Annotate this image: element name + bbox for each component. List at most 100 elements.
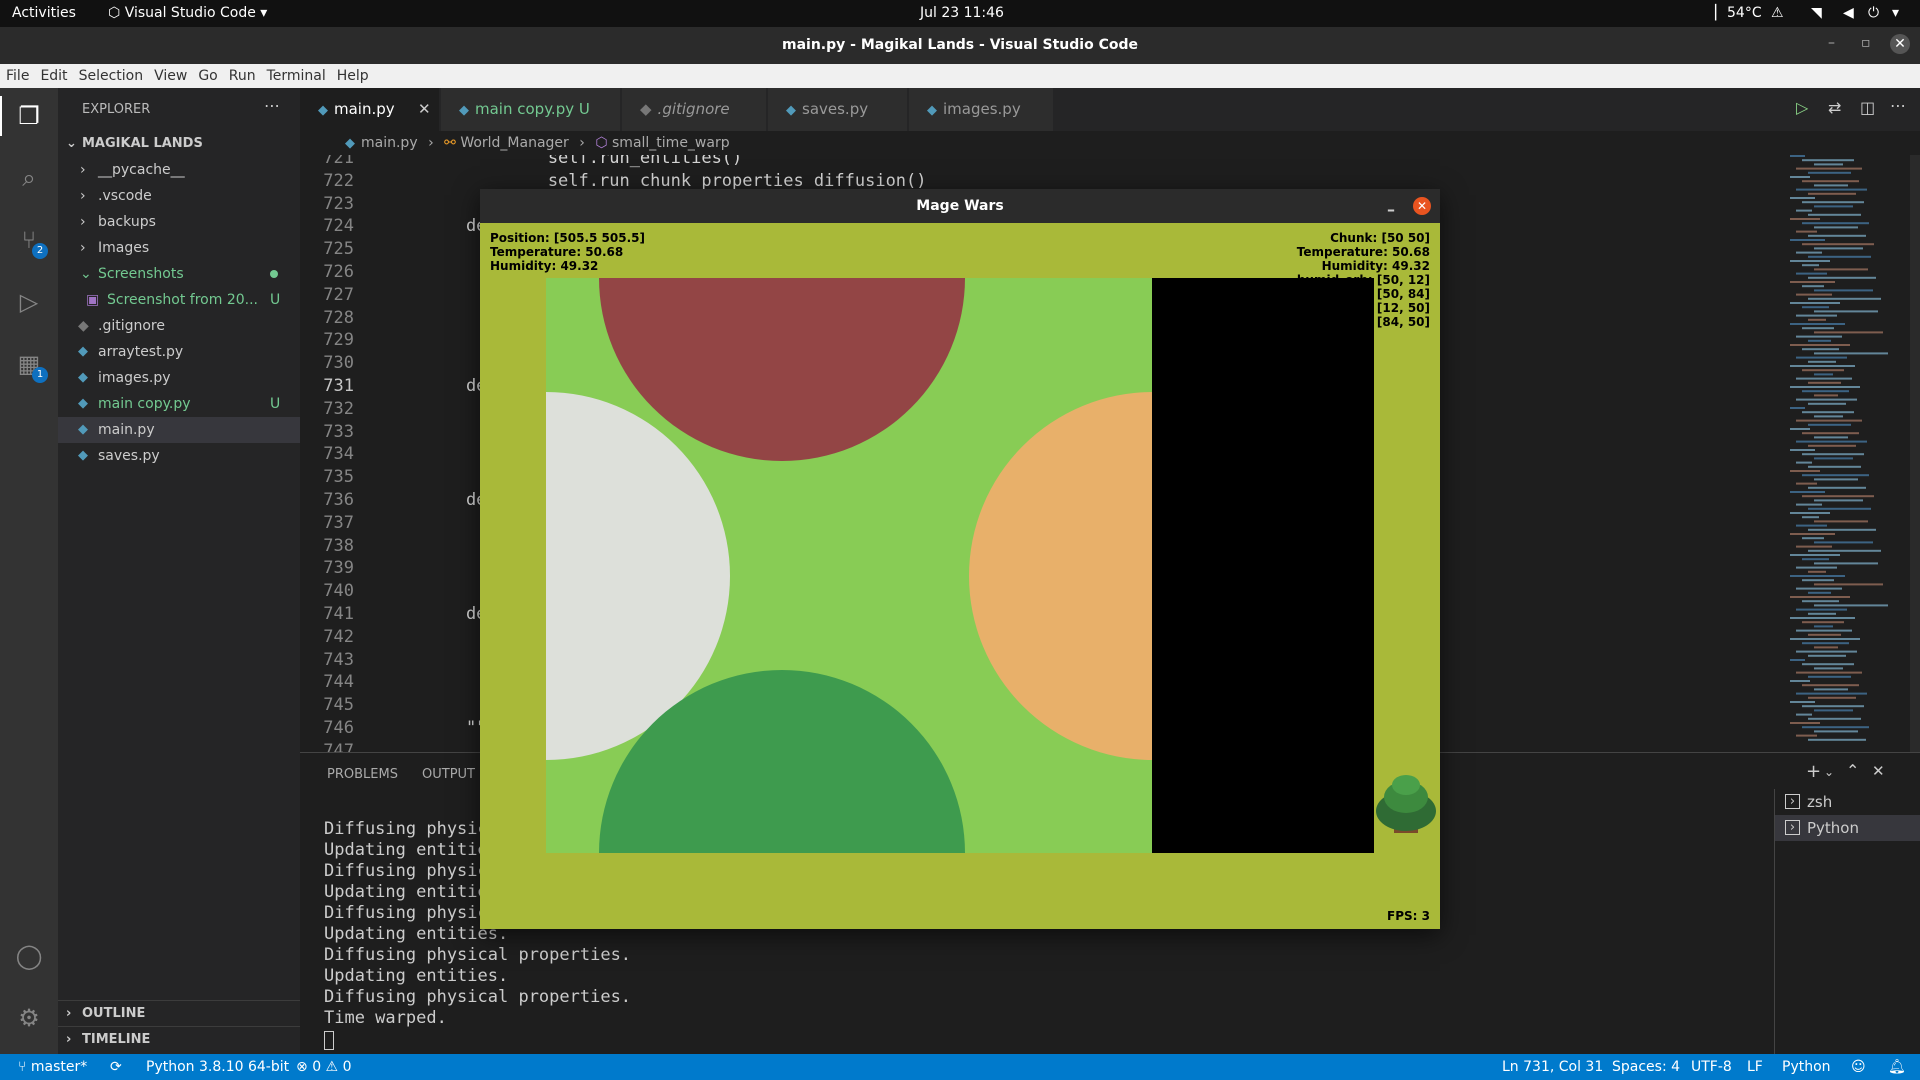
tab-saves[interactable]: ◆ saves.py bbox=[768, 88, 908, 131]
indentation[interactable]: Spaces: 4 bbox=[1612, 1054, 1680, 1080]
workspace-root[interactable]: ⌄ MAGIKAL LANDS bbox=[58, 131, 300, 157]
wifi-icon[interactable]: ◥ bbox=[1811, 5, 1822, 21]
menu-run[interactable]: Run bbox=[223, 64, 261, 84]
activities-button[interactable]: Activities bbox=[12, 5, 76, 21]
breadcrumb-method[interactable]: small_time_warp bbox=[612, 135, 730, 151]
game-titlebar[interactable]: Mage Wars – ✕ bbox=[480, 189, 1440, 223]
breadcrumb-file[interactable]: main.py bbox=[361, 135, 418, 151]
outline-section[interactable]: › OUTLINE bbox=[58, 1000, 300, 1026]
notifications-icon[interactable]: 🔔︎ bbox=[1888, 1054, 1906, 1080]
menu-terminal[interactable]: Terminal bbox=[261, 64, 331, 84]
run-debug-icon[interactable]: ▷ bbox=[14, 287, 44, 317]
language-mode[interactable]: Python bbox=[1782, 1054, 1831, 1080]
feedback-icon[interactable]: ☺ bbox=[1851, 1054, 1866, 1080]
minimap-line bbox=[1802, 390, 1849, 393]
minimap-line bbox=[1790, 512, 1830, 514]
restore-icon[interactable]: ▫ bbox=[1861, 35, 1871, 51]
split-editor-icon[interactable]: ◫ bbox=[1860, 98, 1875, 117]
editor-scrollbar[interactable] bbox=[1910, 155, 1920, 752]
tree-item-screenshots[interactable]: ⌄ Screenshots bbox=[58, 261, 300, 287]
hud-left: Position: [505.5 505.5] Temperature: 50.… bbox=[490, 231, 645, 273]
minimap-line bbox=[1790, 680, 1810, 682]
tree-item-main[interactable]: ◆ main.py bbox=[58, 417, 300, 443]
power-icon[interactable]: ⏻ bbox=[1868, 5, 1879, 21]
minimap-line bbox=[1808, 192, 1856, 195]
game-canvas[interactable]: Position: [505.5 505.5] Temperature: 50.… bbox=[480, 223, 1440, 929]
close-tab-icon[interactable]: ✕ bbox=[418, 88, 431, 131]
cursor-position[interactable]: Ln 731, Col 31 bbox=[1502, 1054, 1603, 1080]
minimap-line bbox=[1814, 646, 1838, 649]
more-actions-icon[interactable]: ⋯ bbox=[264, 96, 280, 115]
python-interpreter[interactable]: Python 3.8.10 64-bit bbox=[146, 1054, 289, 1080]
minimap-line bbox=[1802, 432, 1859, 435]
terminal-item-python[interactable]: › Python bbox=[1775, 815, 1920, 841]
account-icon[interactable]: ◯ bbox=[14, 941, 44, 971]
tab-main-copy[interactable]: ◆ main copy.py U bbox=[441, 88, 621, 131]
tab-problems[interactable]: PROBLEMS bbox=[327, 767, 398, 782]
python-file-icon: ◆ bbox=[786, 103, 796, 118]
tree-item-gitignore[interactable]: ◆ .gitignore bbox=[58, 313, 300, 339]
gear-icon[interactable]: ⚙ bbox=[14, 1003, 44, 1033]
add-terminal-icon[interactable]: + bbox=[1806, 761, 1821, 782]
tree-item-images-py[interactable]: ◆ images.py bbox=[58, 365, 300, 391]
menu-view[interactable]: View bbox=[148, 64, 192, 84]
terminal-item-zsh[interactable]: › zsh bbox=[1775, 789, 1920, 815]
problems-indicator[interactable]: ⊗ 0 ⚠ 0 bbox=[296, 1054, 351, 1080]
tree-item-main-copy[interactable]: ◆ main copy.py U bbox=[58, 391, 300, 417]
chevron-down-icon[interactable]: ▾ bbox=[1892, 5, 1899, 21]
hud-chunk: Chunk: [50 50] bbox=[1330, 231, 1430, 245]
tree-item-saves[interactable]: ◆ saves.py bbox=[58, 443, 300, 469]
python-file-icon: ◆ bbox=[78, 396, 88, 411]
menu-selection[interactable]: Selection bbox=[73, 64, 149, 84]
explorer-icon[interactable]: ❐ bbox=[14, 101, 44, 131]
hud-orb-3: b: [12, 50] bbox=[1359, 301, 1430, 315]
tab-main-py[interactable]: ◆ main.py ✕ bbox=[300, 88, 440, 131]
app-menu[interactable]: ⬡ Visual Studio Code ▾ bbox=[108, 5, 267, 21]
minimize-icon[interactable]: – bbox=[1387, 193, 1395, 227]
search-icon[interactable]: ⌕ bbox=[14, 163, 44, 193]
sync-icon[interactable]: ⟳ bbox=[110, 1054, 122, 1080]
maximize-panel-icon[interactable]: ⌃ bbox=[1846, 761, 1859, 780]
breadcrumb-class[interactable]: World_Manager bbox=[460, 135, 569, 151]
clock[interactable]: Jul 23 11:46 bbox=[920, 5, 1004, 21]
minimap[interactable] bbox=[1780, 155, 1910, 752]
chevron-down-icon[interactable]: ⌄ bbox=[1824, 765, 1834, 779]
menu-edit[interactable]: Edit bbox=[34, 64, 72, 84]
tree-item-arraytest[interactable]: ◆ arraytest.py bbox=[58, 339, 300, 365]
timeline-section[interactable]: › TIMELINE bbox=[58, 1026, 300, 1052]
close-icon[interactable]: ✕ bbox=[1413, 197, 1431, 215]
tree-item-images-folder[interactable]: › Images bbox=[58, 235, 300, 261]
tab-output[interactable]: OUTPUT bbox=[422, 767, 475, 782]
tab-gitignore[interactable]: ◆ .gitignore bbox=[622, 88, 767, 131]
volume-icon[interactable]: ◀ bbox=[1843, 5, 1854, 21]
close-panel-icon[interactable]: ✕ bbox=[1872, 762, 1885, 780]
minimap-line bbox=[1808, 360, 1836, 363]
temperature-indicator[interactable]: 54°C bbox=[1727, 5, 1762, 21]
minimap-line bbox=[1796, 566, 1837, 569]
branch-indicator[interactable]: ⑂ master* bbox=[18, 1054, 87, 1080]
tree-item-screenshot[interactable]: ▣ Screenshot from 20... U bbox=[58, 287, 300, 313]
minimap-line bbox=[1802, 705, 1864, 708]
close-icon[interactable]: ✕ bbox=[1890, 34, 1910, 54]
code-line[interactable]: 721 self.run_entities() bbox=[300, 155, 1720, 170]
tree-item-pycache[interactable]: › __pycache__ bbox=[58, 157, 300, 183]
tab-images[interactable]: ◆ images.py bbox=[909, 88, 1054, 131]
chevron-down-icon: ⌄ bbox=[66, 136, 77, 151]
minimize-icon[interactable]: – bbox=[1828, 35, 1835, 51]
minimap-line bbox=[1814, 457, 1853, 460]
more-actions-icon[interactable]: ⋯ bbox=[1890, 96, 1906, 115]
encoding[interactable]: UTF-8 bbox=[1691, 1054, 1732, 1080]
menu-help[interactable]: Help bbox=[331, 64, 374, 84]
run-icon[interactable]: ▷ bbox=[1796, 98, 1808, 117]
game-window[interactable]: Mage Wars – ✕ Position: [505.5 505.5] Te… bbox=[480, 189, 1440, 929]
minimap-line bbox=[1802, 180, 1859, 183]
menu-go[interactable]: Go bbox=[192, 64, 222, 84]
chevron-right-icon: › bbox=[66, 1006, 72, 1021]
menu-file[interactable]: File bbox=[0, 64, 34, 84]
python-file-icon: ◆ bbox=[78, 344, 88, 359]
tree-item-vscode[interactable]: › .vscode bbox=[58, 183, 300, 209]
tree-item-backups[interactable]: › backups bbox=[58, 209, 300, 235]
eol[interactable]: LF bbox=[1747, 1054, 1763, 1080]
compare-icon[interactable]: ⇄ bbox=[1828, 98, 1841, 117]
minimap-line bbox=[1808, 696, 1856, 699]
